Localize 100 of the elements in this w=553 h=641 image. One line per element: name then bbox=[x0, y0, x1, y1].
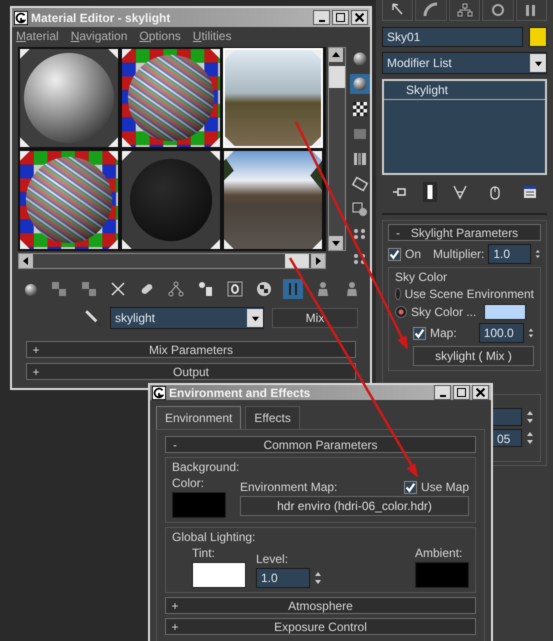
dots-icon bbox=[352, 251, 368, 267]
minimize-button[interactable] bbox=[313, 10, 330, 25]
sphere-button[interactable] bbox=[350, 74, 370, 94]
level-label: Level: bbox=[256, 552, 290, 566]
scroll-right-icon[interactable] bbox=[311, 254, 325, 268]
material-name-dropdown[interactable]: skylight bbox=[110, 307, 264, 329]
eyedropper-icon[interactable] bbox=[84, 309, 102, 327]
maximize-button[interactable] bbox=[332, 10, 349, 25]
maximize-button[interactable] bbox=[453, 385, 470, 400]
caret-icon bbox=[534, 58, 542, 68]
boxes-icon bbox=[51, 281, 68, 297]
background-color-swatch[interactable] bbox=[172, 492, 226, 518]
object-name-field[interactable]: Sky01 bbox=[382, 27, 523, 47]
dots-icon bbox=[352, 226, 368, 242]
window-title: Material Editor - skylight bbox=[31, 10, 172, 24]
menu-item[interactable]: Utilities bbox=[192, 29, 232, 43]
rollout-header[interactable]: + Atmosphere bbox=[165, 597, 476, 614]
bar-icon bbox=[426, 184, 432, 200]
map-button[interactable]: skylight ( Mix ) bbox=[413, 346, 534, 366]
panel-tab[interactable] bbox=[516, 0, 548, 21]
close-icon bbox=[473, 386, 488, 399]
rollout-header[interactable]: + Exposure Control bbox=[165, 618, 476, 635]
tab[interactable]: Environment bbox=[156, 406, 242, 429]
arc-icon bbox=[423, 2, 440, 18]
spinner-arrows-icon[interactable] bbox=[526, 430, 534, 444]
radio-button[interactable] bbox=[395, 288, 401, 300]
number-field[interactable]: 05 bbox=[492, 428, 522, 446]
checkbox[interactable] bbox=[404, 480, 417, 494]
rollout-header[interactable]: + Mix Parameters bbox=[26, 341, 356, 358]
color-label: Color: bbox=[172, 476, 206, 490]
material-type-button[interactable]: Mix bbox=[272, 308, 358, 328]
spinner-arrows-icon[interactable] bbox=[314, 571, 322, 585]
panel-tab[interactable] bbox=[482, 0, 514, 21]
scroll-left-icon[interactable] bbox=[19, 254, 33, 268]
rollout-header[interactable]: + Output bbox=[26, 363, 356, 380]
material-slot[interactable] bbox=[19, 150, 119, 250]
minimize-button[interactable] bbox=[434, 385, 451, 400]
square-icon bbox=[352, 126, 368, 142]
modifier-list-dropdown[interactable]: Modifier List bbox=[382, 52, 547, 74]
radio-label: Use Scene Environment bbox=[404, 287, 534, 301]
material-slot[interactable] bbox=[223, 150, 323, 250]
ring-icon bbox=[490, 2, 506, 18]
sphere-icon bbox=[352, 51, 368, 67]
checker-button[interactable] bbox=[350, 99, 370, 119]
ring-button[interactable] bbox=[224, 279, 245, 299]
scroll-down-icon[interactable] bbox=[329, 236, 343, 250]
ambient-color-swatch[interactable] bbox=[415, 562, 469, 588]
vertical-scrollbar[interactable] bbox=[328, 47, 346, 251]
cross-icon bbox=[110, 281, 126, 297]
sky-color-swatch[interactable] bbox=[484, 304, 526, 320]
map-amount-field[interactable]: 100.0 bbox=[478, 323, 524, 343]
object-color-swatch[interactable] bbox=[529, 27, 547, 47]
material-slot[interactable] bbox=[121, 48, 221, 148]
material-slot[interactable] bbox=[19, 48, 119, 148]
spinner-arrows-icon[interactable] bbox=[528, 326, 534, 340]
stack-item[interactable]: Skylight bbox=[384, 81, 545, 100]
menu-item[interactable]: Navigation bbox=[70, 29, 128, 43]
menu-item[interactable]: Material bbox=[16, 29, 59, 43]
checker-ball-icon bbox=[256, 281, 272, 297]
tint-color-swatch[interactable] bbox=[192, 562, 246, 588]
panel-tab[interactable] bbox=[382, 0, 414, 21]
window-title: Environment and Effects bbox=[169, 386, 312, 400]
level-field[interactable]: 1.0 bbox=[256, 568, 310, 588]
checkbox[interactable] bbox=[413, 326, 426, 340]
ring-icon bbox=[226, 281, 243, 297]
panel-tab[interactable] bbox=[448, 0, 480, 21]
group-label: Sky Color bbox=[395, 270, 448, 284]
panel-tab[interactable] bbox=[415, 0, 447, 21]
close-button[interactable] bbox=[472, 385, 489, 400]
group-label: Background: bbox=[172, 460, 240, 474]
spinner-arrows-icon[interactable] bbox=[526, 410, 534, 424]
close-icon bbox=[352, 11, 367, 24]
scroll-up-icon[interactable] bbox=[329, 48, 343, 62]
ambient-label: Ambient: bbox=[415, 546, 464, 560]
group-label: Global Lighting: bbox=[172, 530, 256, 544]
minimize-icon bbox=[318, 20, 324, 22]
radio-label: Sky Color ... bbox=[411, 305, 476, 319]
bars-button[interactable] bbox=[283, 279, 304, 299]
menu-item[interactable]: Options bbox=[139, 29, 181, 43]
rollout-header[interactable]: - Skylight Parameters bbox=[388, 224, 541, 241]
tab[interactable]: Effects bbox=[245, 406, 300, 429]
multiplier-label: Multiplier: bbox=[433, 247, 484, 261]
checkbox[interactable] bbox=[388, 248, 401, 260]
bar-button[interactable] bbox=[422, 182, 436, 202]
tree-button[interactable] bbox=[166, 279, 186, 299]
app-logo-icon bbox=[152, 386, 166, 400]
scroll-thumb[interactable] bbox=[285, 254, 309, 268]
close-button[interactable] bbox=[351, 10, 368, 25]
scroll-thumb[interactable] bbox=[329, 66, 345, 88]
tint-label: Tint: bbox=[192, 546, 216, 560]
environment-map-button[interactable]: hdr enviro (hdri-06_color.hdr) bbox=[240, 496, 469, 516]
spinner-arrows-icon[interactable] bbox=[535, 247, 541, 261]
rollout-header[interactable]: - Common Parameters bbox=[165, 436, 476, 453]
checker-icon bbox=[352, 101, 368, 117]
multiplier-field[interactable]: 1.0 bbox=[488, 244, 532, 264]
number-field[interactable] bbox=[492, 408, 522, 426]
radio-button[interactable] bbox=[395, 306, 407, 318]
horizontal-scrollbar[interactable] bbox=[18, 253, 326, 269]
maximize-icon bbox=[336, 13, 345, 22]
caret-icon bbox=[250, 314, 260, 322]
